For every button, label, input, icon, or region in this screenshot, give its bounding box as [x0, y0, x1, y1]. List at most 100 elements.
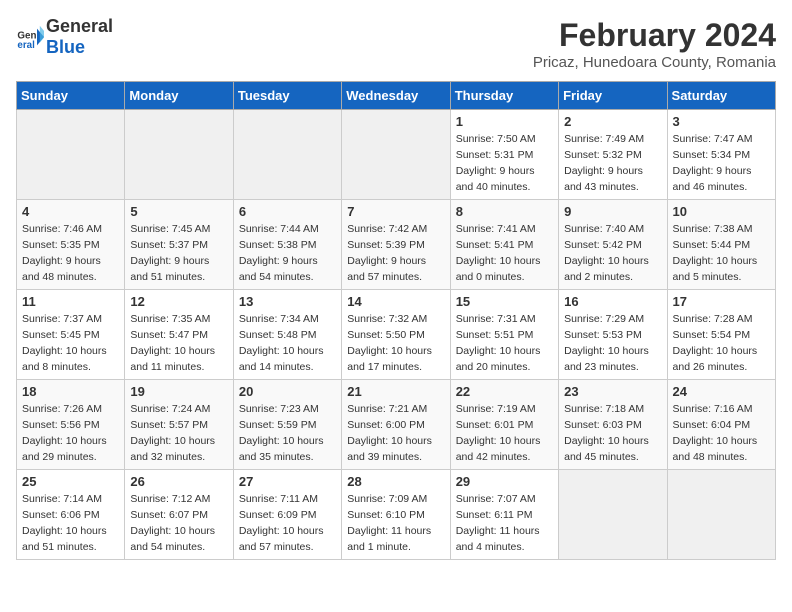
main-title: February 2024 — [533, 16, 776, 54]
calendar-cell: 1 Sunrise: 7:50 AM Sunset: 5:31 PM Daylig… — [450, 110, 558, 200]
calendar-cell: 28 Sunrise: 7:09 AM Sunset: 6:10 PM Dayli… — [342, 470, 450, 560]
day-of-week-monday: Monday — [125, 82, 233, 110]
day-info: Sunrise: 7:31 AM Sunset: 5:51 PM Dayligh… — [456, 312, 553, 375]
calendar-cell: 12Sunrise: 7:35 AM Sunset: 5:47 PM Dayli… — [125, 290, 233, 380]
day-number: 12 — [130, 294, 227, 309]
day-number: 14 — [347, 294, 444, 309]
calendar-cell: 27Sunrise: 7:11 AM Sunset: 6:09 PM Dayli… — [233, 470, 341, 560]
subtitle: Pricaz, Hunedoara County, Romania — [533, 54, 776, 71]
day-info: Sunrise: 7:46 AM Sunset: 5:35 PM Dayligh… — [22, 222, 119, 285]
day-number: 13 — [239, 294, 336, 309]
day-number: 19 — [130, 384, 227, 399]
day-number: 21 — [347, 384, 444, 399]
day-number: 3 — [673, 114, 770, 129]
svg-text:eral: eral — [17, 40, 35, 51]
logo-blue: Blue — [46, 37, 85, 57]
logo: Gen eral General Blue — [16, 16, 113, 58]
day-info: Sunrise: 7:24 AM Sunset: 5:57 PM Dayligh… — [130, 402, 227, 465]
calendar-cell: 20 Sunrise: 7:23 AM Sunset: 5:59 PM Dayli… — [233, 380, 341, 470]
day-number: 20 — [239, 384, 336, 399]
day-info: Sunrise: 7:38 AM Sunset: 5:44 PM Dayligh… — [673, 222, 770, 285]
title-area: February 2024 Pricaz, Hunedoara County, … — [533, 16, 776, 71]
day-number: 7 — [347, 204, 444, 219]
calendar-cell: 21 Sunrise: 7:21 AM Sunset: 6:00 PM Dayli… — [342, 380, 450, 470]
day-of-week-friday: Friday — [559, 82, 667, 110]
day-info: Sunrise: 7:19 AM Sunset: 6:01 PM Dayligh… — [456, 402, 553, 465]
calendar-cell — [667, 470, 775, 560]
day-number: 1 — [456, 114, 553, 129]
day-info: Sunrise: 7:44 AM Sunset: 5:38 PM Dayligh… — [239, 222, 336, 285]
calendar-cell: 15 Sunrise: 7:31 AM Sunset: 5:51 PM Dayli… — [450, 290, 558, 380]
day-info: Sunrise: 7:28 AM Sunset: 5:54 PM Dayligh… — [673, 312, 770, 375]
day-info: Sunrise: 7:23 AM Sunset: 5:59 PM Dayligh… — [239, 402, 336, 465]
calendar-week-row: 1 Sunrise: 7:50 AM Sunset: 5:31 PM Daylig… — [17, 110, 776, 200]
day-number: 16 — [564, 294, 661, 309]
day-of-week-wednesday: Wednesday — [342, 82, 450, 110]
calendar-cell: 11Sunrise: 7:37 AM Sunset: 5:45 PM Dayli… — [17, 290, 125, 380]
day-number: 18 — [22, 384, 119, 399]
calendar-cell: 5Sunrise: 7:45 AM Sunset: 5:37 PM Daylig… — [125, 200, 233, 290]
calendar-cell: 16 Sunrise: 7:29 AM Sunset: 5:53 PM Dayli… — [559, 290, 667, 380]
day-number: 15 — [456, 294, 553, 309]
day-number: 25 — [22, 474, 119, 489]
day-info: Sunrise: 7:29 AM Sunset: 5:53 PM Dayligh… — [564, 312, 661, 375]
calendar-table: SundayMondayTuesdayWednesdayThursdayFrid… — [16, 81, 776, 560]
day-info: Sunrise: 7:12 AM Sunset: 6:07 PM Dayligh… — [130, 492, 227, 555]
calendar-cell: 9Sunrise: 7:40 AM Sunset: 5:42 PM Daylig… — [559, 200, 667, 290]
calendar-cell — [17, 110, 125, 200]
day-info: Sunrise: 7:14 AM Sunset: 6:06 PM Dayligh… — [22, 492, 119, 555]
calendar-cell: 22 Sunrise: 7:19 AM Sunset: 6:01 PM Dayli… — [450, 380, 558, 470]
day-number: 28 — [347, 474, 444, 489]
logo-text: General Blue — [46, 16, 113, 58]
day-info: Sunrise: 7:18 AM Sunset: 6:03 PM Dayligh… — [564, 402, 661, 465]
calendar-cell: 6Sunrise: 7:44 AM Sunset: 5:38 PM Daylig… — [233, 200, 341, 290]
calendar-cell: 3 Sunrise: 7:47 AM Sunset: 5:34 PM Daylig… — [667, 110, 775, 200]
day-of-week-sunday: Sunday — [17, 82, 125, 110]
day-number: 26 — [130, 474, 227, 489]
calendar-week-row: 25 Sunrise: 7:14 AM Sunset: 6:06 PM Dayli… — [17, 470, 776, 560]
day-number: 24 — [673, 384, 770, 399]
page-header: Gen eral General Blue February 2024 Pric… — [16, 16, 776, 71]
day-info: Sunrise: 7:41 AM Sunset: 5:41 PM Dayligh… — [456, 222, 553, 285]
day-info: Sunrise: 7:50 AM Sunset: 5:31 PM Dayligh… — [456, 132, 553, 195]
day-info: Sunrise: 7:07 AM Sunset: 6:11 PM Dayligh… — [456, 492, 553, 555]
day-number: 2 — [564, 114, 661, 129]
calendar-week-row: 18Sunrise: 7:26 AM Sunset: 5:56 PM Dayli… — [17, 380, 776, 470]
day-number: 5 — [130, 204, 227, 219]
day-info: Sunrise: 7:32 AM Sunset: 5:50 PM Dayligh… — [347, 312, 444, 375]
calendar-cell — [342, 110, 450, 200]
day-of-week-tuesday: Tuesday — [233, 82, 341, 110]
day-info: Sunrise: 7:42 AM Sunset: 5:39 PM Dayligh… — [347, 222, 444, 285]
day-info: Sunrise: 7:47 AM Sunset: 5:34 PM Dayligh… — [673, 132, 770, 195]
day-info: Sunrise: 7:49 AM Sunset: 5:32 PM Dayligh… — [564, 132, 661, 195]
day-info: Sunrise: 7:37 AM Sunset: 5:45 PM Dayligh… — [22, 312, 119, 375]
calendar-cell: 4Sunrise: 7:46 AM Sunset: 5:35 PM Daylig… — [17, 200, 125, 290]
calendar-cell: 13 Sunrise: 7:34 AM Sunset: 5:48 PM Dayli… — [233, 290, 341, 380]
calendar-cell: 26 Sunrise: 7:12 AM Sunset: 6:07 PM Dayli… — [125, 470, 233, 560]
day-info: Sunrise: 7:21 AM Sunset: 6:00 PM Dayligh… — [347, 402, 444, 465]
day-number: 22 — [456, 384, 553, 399]
day-info: Sunrise: 7:16 AM Sunset: 6:04 PM Dayligh… — [673, 402, 770, 465]
day-number: 9 — [564, 204, 661, 219]
calendar-cell: 23 Sunrise: 7:18 AM Sunset: 6:03 PM Dayli… — [559, 380, 667, 470]
day-number: 29 — [456, 474, 553, 489]
calendar-week-row: 4Sunrise: 7:46 AM Sunset: 5:35 PM Daylig… — [17, 200, 776, 290]
calendar-cell: 18Sunrise: 7:26 AM Sunset: 5:56 PM Dayli… — [17, 380, 125, 470]
calendar-week-row: 11Sunrise: 7:37 AM Sunset: 5:45 PM Dayli… — [17, 290, 776, 380]
day-info: Sunrise: 7:11 AM Sunset: 6:09 PM Dayligh… — [239, 492, 336, 555]
calendar-cell: 29 Sunrise: 7:07 AM Sunset: 6:11 PM Dayli… — [450, 470, 558, 560]
calendar-cell: 14 Sunrise: 7:32 AM Sunset: 5:50 PM Dayli… — [342, 290, 450, 380]
day-number: 23 — [564, 384, 661, 399]
calendar-header-row: SundayMondayTuesdayWednesdayThursdayFrid… — [17, 82, 776, 110]
calendar-cell: 10 Sunrise: 7:38 AM Sunset: 5:44 PM Dayli… — [667, 200, 775, 290]
logo-icon: Gen eral — [16, 23, 44, 51]
calendar-cell: 19 Sunrise: 7:24 AM Sunset: 5:57 PM Dayli… — [125, 380, 233, 470]
day-info: Sunrise: 7:09 AM Sunset: 6:10 PM Dayligh… — [347, 492, 444, 555]
day-info: Sunrise: 7:34 AM Sunset: 5:48 PM Dayligh… — [239, 312, 336, 375]
calendar-cell: 17Sunrise: 7:28 AM Sunset: 5:54 PM Dayli… — [667, 290, 775, 380]
calendar-cell — [233, 110, 341, 200]
calendar-cell: 8Sunrise: 7:41 AM Sunset: 5:41 PM Daylig… — [450, 200, 558, 290]
day-number: 10 — [673, 204, 770, 219]
calendar-cell: 7 Sunrise: 7:42 AM Sunset: 5:39 PM Daylig… — [342, 200, 450, 290]
logo-general: General — [46, 16, 113, 36]
